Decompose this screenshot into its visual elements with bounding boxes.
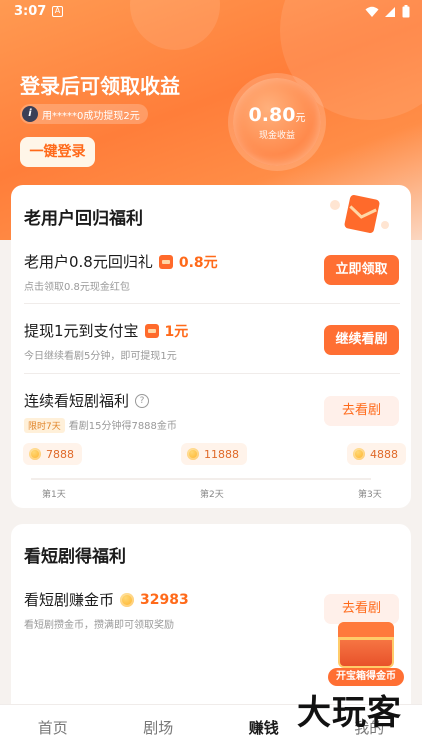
return-gift-amount: 0.8元 (178, 254, 218, 271)
card-title: 看短剧得福利 (24, 547, 126, 567)
user-avatar-icon: i (22, 106, 38, 122)
stage-day2-label: 第2天 (200, 490, 224, 500)
stage-coins: 11888 (204, 447, 239, 461)
red-packet-icon (330, 194, 389, 234)
stage-day2-reward: 11888 (181, 443, 247, 465)
streak-subtitle: 看剧15分钟得7888金币 (68, 421, 177, 432)
claim-now-button[interactable]: 立即领取 (324, 255, 399, 285)
cash-earnings-badge: 0.80元 现金收益 (233, 78, 321, 166)
status-bar: 3:07 A (0, 0, 422, 24)
returning-user-card: 老用户回归福利 老用户0.8元回归礼 0.8元 点击领取0.8元现金红包 立即领… (11, 185, 411, 508)
hero-title: 登录后可领取收益 (20, 74, 180, 98)
stage-coins: 4888 (370, 447, 398, 461)
divider (24, 303, 400, 304)
notification-icon: A (52, 6, 63, 17)
stage-day3-label: 第3天 (358, 490, 382, 500)
streak-progress-track (31, 478, 371, 480)
gold-coin-icon (120, 592, 135, 607)
limit-tag: 限时7天 (24, 418, 65, 433)
stage-coins: 7888 (46, 447, 74, 461)
gift-icon (158, 254, 173, 269)
status-icons (365, 5, 410, 18)
stage-day1-label: 第1天 (42, 490, 66, 500)
gold-coin-icon (353, 448, 365, 460)
treasure-chest-button[interactable]: 开宝箱得金币 (328, 618, 404, 688)
streak-title: 连续看短剧福利 (24, 392, 130, 410)
go-watch-button[interactable]: 去看剧 (324, 396, 399, 426)
earn-coins-title: 看短剧赚金币 (24, 591, 115, 609)
return-gift-title: 老用户0.8元回归礼 (24, 253, 153, 271)
treasure-chest-lid (338, 622, 394, 640)
withdraw-amount: 1元 (164, 323, 189, 340)
withdraw-tip-text: 用*****0成功提现2元 (42, 110, 140, 122)
battery-icon (402, 5, 410, 18)
stage-day1-reward: 7888 (23, 443, 82, 465)
wifi-icon (365, 6, 379, 17)
withdraw-tip: i 用*****0成功提现2元 (20, 104, 148, 124)
signal-icon (385, 6, 395, 17)
cash-earnings-label: 现金收益 (258, 131, 295, 141)
divider (24, 373, 400, 374)
gold-coin-icon (29, 448, 41, 460)
tab-theater[interactable]: 剧场 (106, 705, 212, 750)
card-title: 老用户回归福利 (24, 209, 143, 229)
help-icon[interactable]: ? (135, 393, 150, 408)
one-click-login-button[interactable]: 一键登录 (20, 137, 95, 167)
cash-amount-value: 0.80 (248, 104, 296, 126)
tab-home[interactable]: 首页 (0, 705, 106, 750)
watermark: 大玩客 (297, 693, 402, 733)
status-time: 3:07 (14, 4, 47, 19)
cash-amount-unit: 元 (295, 113, 306, 124)
continue-watching-button[interactable]: 继续看剧 (324, 325, 399, 355)
treasure-chest-label: 开宝箱得金币 (328, 668, 404, 686)
cash-earnings-amount: 0.80元 (233, 104, 321, 126)
gift-icon (144, 323, 159, 338)
gold-coin-icon (187, 448, 199, 460)
withdraw-title: 提现1元到支付宝 (24, 322, 139, 340)
stage-day3-reward: 4888 (347, 443, 406, 465)
earn-coins-amount: 32983 (140, 591, 189, 608)
